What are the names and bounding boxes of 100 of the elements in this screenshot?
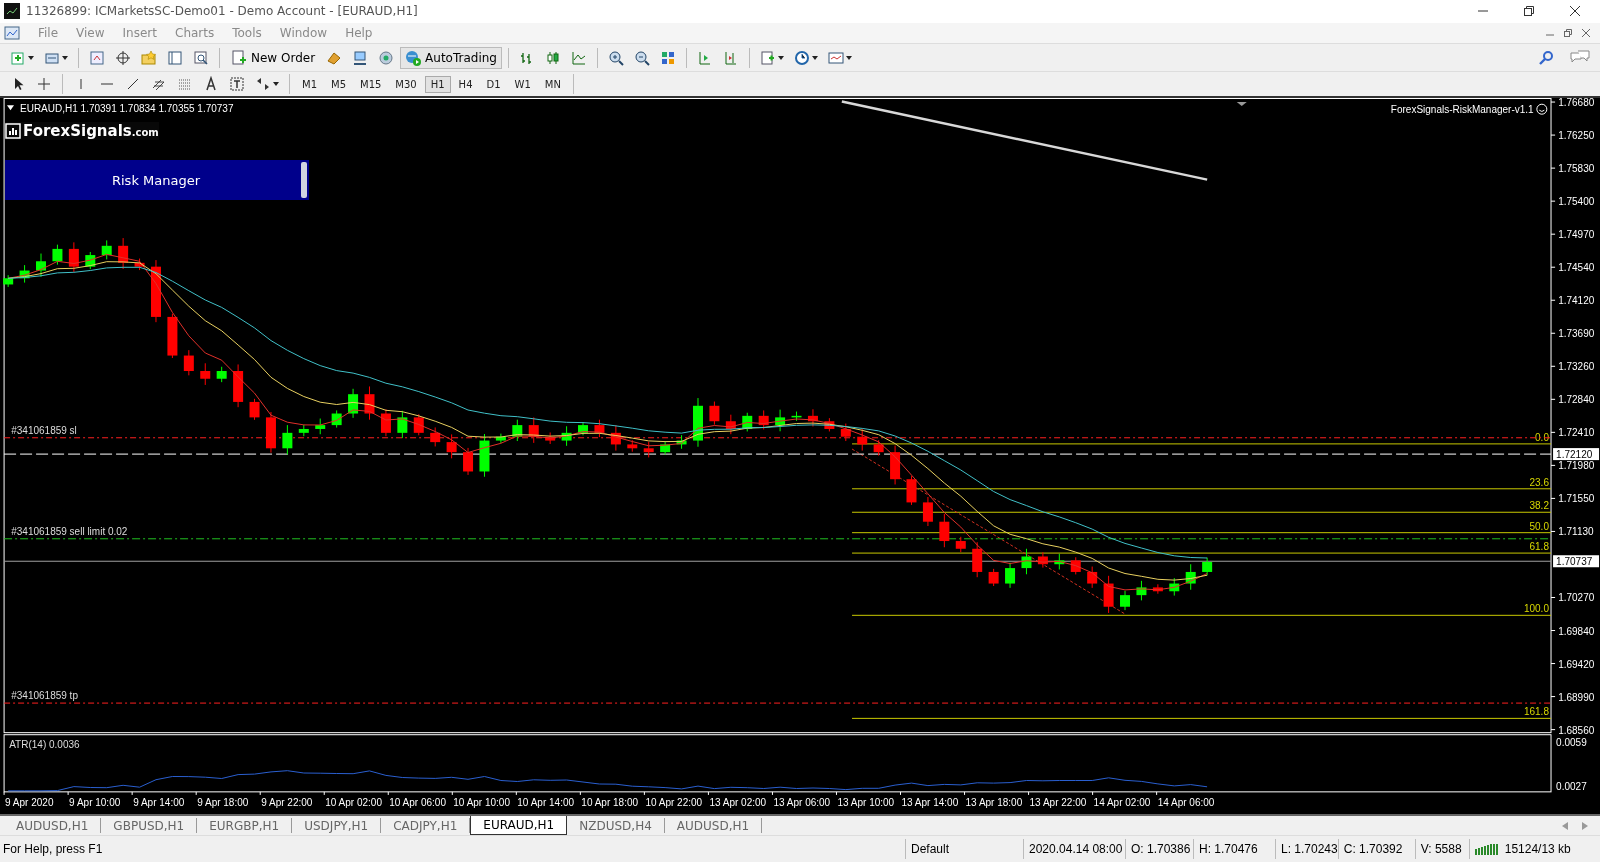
candle: [233, 364, 244, 408]
line-chart-icon[interactable]: [571, 49, 587, 66]
timeframe-button[interactable]: H1: [424, 75, 451, 93]
menu-item[interactable]: View: [68, 25, 113, 40]
restore-icon[interactable]: [1524, 6, 1534, 17]
candle: [397, 410, 408, 439]
autotrading-button[interactable]: AutoTrading: [400, 46, 502, 69]
price-axis-label: 1.71550: [1558, 493, 1595, 505]
timeframe-button[interactable]: M1: [296, 75, 323, 93]
smiley-icon: [1536, 104, 1548, 115]
candle: [1202, 557, 1213, 577]
chart-tab[interactable]: AUDUSD,H1: [664, 818, 763, 834]
candle: [627, 440, 638, 453]
terminal-icon[interactable]: [167, 49, 183, 66]
candle: [118, 237, 129, 270]
chart-shift-marker-icon[interactable]: [1236, 102, 1247, 107]
zoom-out-icon[interactable]: [634, 49, 650, 66]
timeframe-button[interactable]: W1: [508, 75, 537, 93]
order-line-label: #341061859 sell limit 0.02: [11, 526, 128, 538]
chart-shift-icon[interactable]: [723, 49, 739, 66]
candle: [1037, 552, 1048, 569]
panel-handle[interactable]: [301, 162, 307, 199]
price-axis-label: 1.73690: [1558, 328, 1595, 340]
text-label-icon[interactable]: [229, 76, 245, 93]
time-axis-label: 13 Apr 22:00: [1029, 797, 1087, 809]
candle: [972, 542, 983, 578]
timeframe-button[interactable]: M5: [325, 75, 352, 93]
caret-icon[interactable]: [778, 55, 784, 60]
candle: [1087, 566, 1098, 589]
chart-tab[interactable]: AUDUSD,H1: [4, 818, 102, 834]
candle: [922, 496, 933, 527]
menu-item[interactable]: Charts: [167, 25, 223, 40]
timeframe-button[interactable]: M30: [389, 75, 423, 93]
candlestick-icon[interactable]: [545, 49, 561, 66]
menu-item[interactable]: Insert: [114, 25, 165, 40]
collapse-triangle-icon[interactable]: [7, 105, 14, 111]
star-folder-icon[interactable]: [141, 49, 157, 66]
candle: [348, 388, 359, 419]
chart-window-icon[interactable]: [4, 24, 20, 41]
candle: [528, 417, 539, 444]
candle: [315, 418, 326, 436]
time-axis-label: 13 Apr 14:00: [901, 797, 959, 809]
candle: [807, 409, 818, 428]
caret-icon[interactable]: [812, 55, 818, 60]
caret-icon[interactable]: [28, 55, 34, 60]
atr-indicator-label: ATR(14) 0.0036: [9, 739, 80, 751]
magnifier-chart-icon[interactable]: [193, 49, 209, 66]
menu-item[interactable]: File: [30, 25, 67, 40]
time-axis-label: 10 Apr 14:00: [517, 797, 575, 809]
candle: [1136, 580, 1147, 602]
tile-windows-icon[interactable]: [660, 49, 676, 66]
close-icon[interactable]: [1570, 6, 1580, 17]
time-axis-label: 14 Apr 06:00: [1157, 797, 1215, 809]
status-close: C: 1.70392: [1337, 839, 1415, 860]
crosshair-icon[interactable]: [36, 76, 52, 93]
candle: [643, 441, 654, 459]
candle: [1152, 584, 1163, 595]
signal-icon[interactable]: [378, 49, 395, 66]
timeframe-button[interactable]: M15: [354, 75, 388, 93]
templates-icon[interactable]: [828, 49, 844, 66]
crosshair-icon[interactable]: [115, 49, 131, 66]
search-icon[interactable]: [1538, 49, 1554, 66]
menu-item[interactable]: Tools: [224, 25, 270, 40]
candle: [463, 447, 474, 476]
chart-tab[interactable]: GBPUSD,H1: [101, 818, 198, 834]
timeframe-button[interactable]: H4: [452, 75, 479, 93]
timeframe-button[interactable]: MN: [538, 75, 567, 93]
price-axis-label: 1.69840: [1558, 625, 1595, 637]
fibonacci-level-label: 38.2: [1529, 500, 1549, 512]
price-axis-label: 1.76680: [1558, 98, 1595, 109]
market-watch-icon[interactable]: [89, 49, 105, 66]
candle: [331, 410, 342, 429]
risk-manager-panel-button[interactable]: Risk Manager: [5, 160, 309, 201]
new-order-button[interactable]: New Order: [226, 46, 321, 69]
text-tool-icon[interactable]: [203, 76, 219, 93]
clock-icon[interactable]: [794, 49, 810, 66]
arrows-icon[interactable]: [255, 76, 271, 93]
chart-tab[interactable]: EURGBP,H1: [197, 818, 293, 834]
candle: [660, 441, 671, 456]
autoscroll-icon[interactable]: [697, 49, 713, 66]
candle: [36, 253, 46, 278]
timeframe-button[interactable]: D1: [480, 75, 507, 93]
time-axis-label: 9 Apr 18:00: [197, 797, 249, 809]
zoom-in-icon[interactable]: [608, 49, 624, 66]
time-axis-label: 9 Apr 14:00: [133, 797, 185, 809]
time-axis-label: 10 Apr 10:00: [453, 797, 510, 809]
price-marker-label: 1.70737: [1553, 555, 1600, 568]
caret-icon[interactable]: [62, 55, 68, 60]
chart-tab[interactable]: EURAUD,H1: [470, 816, 568, 836]
chart-tab[interactable]: USDJPY,H1: [292, 818, 382, 834]
caret-icon[interactable]: [846, 55, 852, 60]
menu-item[interactable]: Help: [337, 25, 381, 40]
menu-item[interactable]: Window: [271, 25, 336, 40]
candle: [134, 258, 145, 271]
price-axis-label: 1.72840: [1558, 394, 1595, 406]
caret-icon[interactable]: [273, 82, 279, 87]
candle: [1169, 577, 1180, 597]
candle: [873, 440, 884, 457]
chart-tab[interactable]: NZDUSD,H4: [567, 818, 665, 834]
price-axis-label: 1.73260: [1558, 361, 1595, 373]
